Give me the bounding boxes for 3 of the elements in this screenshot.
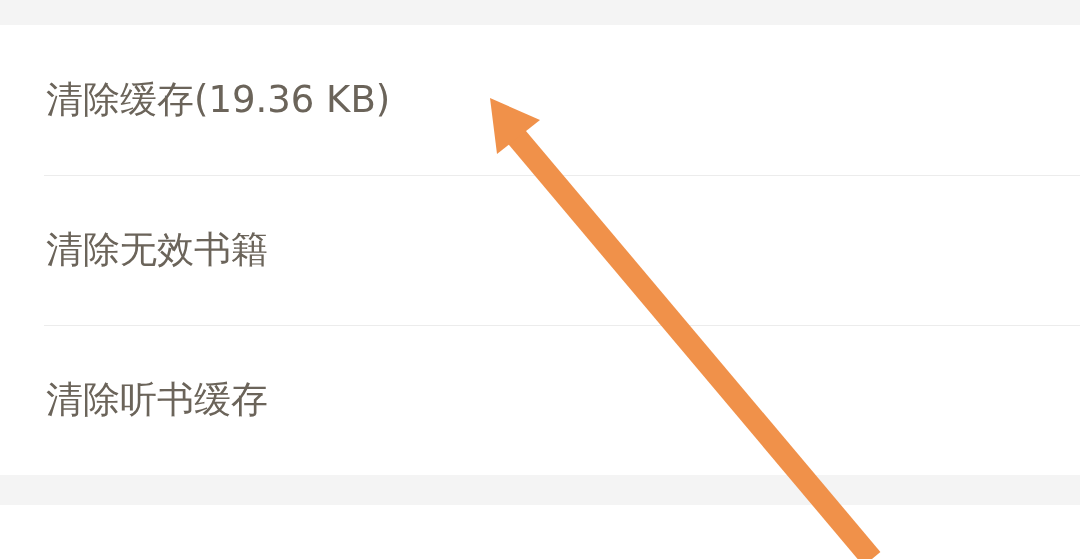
settings-item[interactable]: 清除听书缓存 <box>46 375 268 425</box>
settings-item[interactable]: 清除缓存(19.36 KB) <box>46 75 391 125</box>
settings-item[interactable]: 清除无效书籍 <box>46 225 268 275</box>
